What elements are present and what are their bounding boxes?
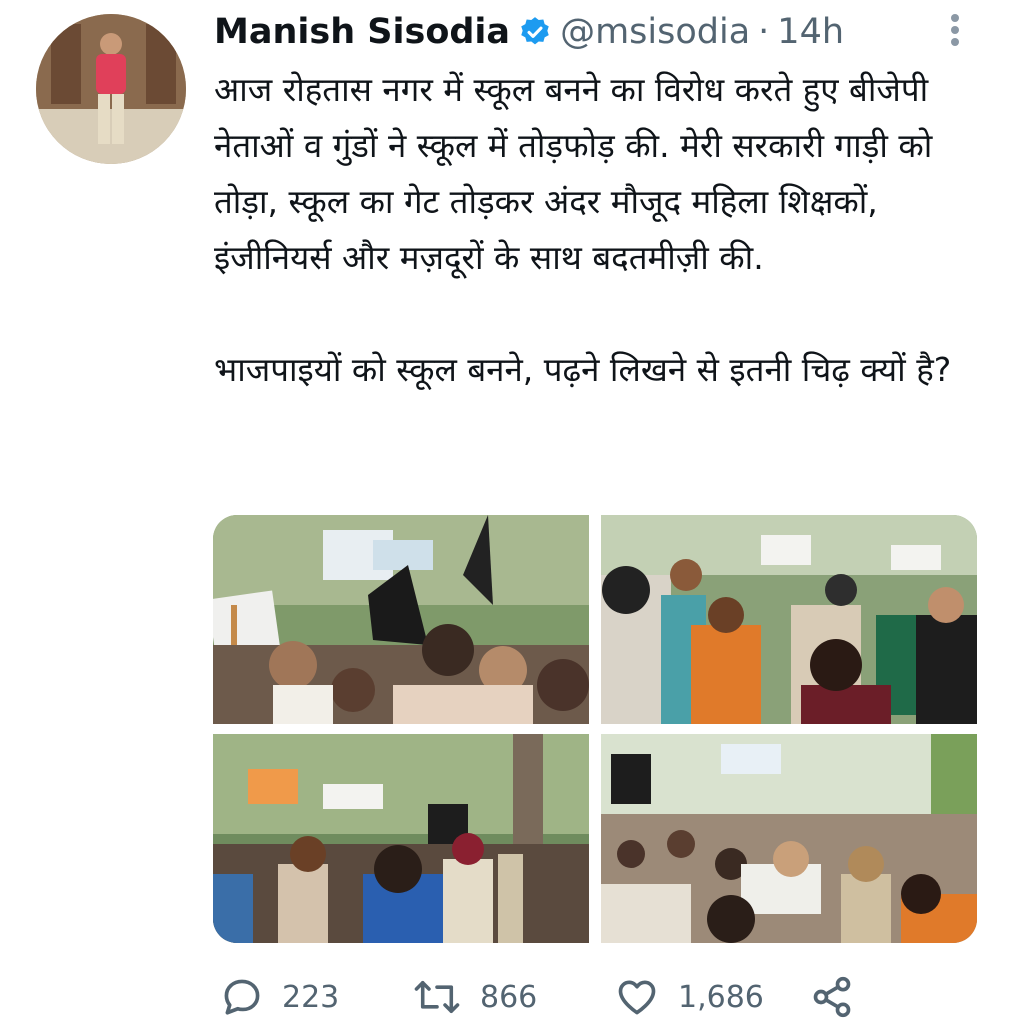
avatar[interactable] xyxy=(36,14,186,164)
reply-count: 223 xyxy=(282,979,340,1015)
verified-badge-icon xyxy=(518,15,552,49)
photo-2[interactable] xyxy=(601,515,977,724)
tweet-paragraph-1: आज रोहतास नगर में स्कूल बनने का विरोध कर… xyxy=(214,70,933,277)
author-handle[interactable]: @msisodia xyxy=(560,12,750,52)
tweet-header: Manish Sisodia @msisodia · 14h xyxy=(214,8,844,56)
author-name[interactable]: Manish Sisodia xyxy=(214,12,510,52)
reply-button[interactable]: 223 xyxy=(220,970,339,1024)
separator: · xyxy=(758,12,770,52)
photo-1[interactable] xyxy=(213,515,589,724)
more-options-icon[interactable] xyxy=(940,12,970,48)
retweet-count: 866 xyxy=(480,979,538,1015)
retweet-button[interactable]: 866 xyxy=(412,970,537,1024)
heart-icon xyxy=(614,975,660,1019)
tweet-paragraph-2: भाजपाइयों को स्कूल बनने, पढ़ने लिखने से … xyxy=(214,350,952,389)
like-button[interactable]: 1,686 xyxy=(614,970,764,1024)
reply-icon xyxy=(220,975,264,1019)
share-icon xyxy=(810,975,854,1019)
like-count: 1,686 xyxy=(678,979,764,1015)
photo-3[interactable] xyxy=(213,734,589,943)
timestamp[interactable]: 14h xyxy=(777,12,844,52)
photo-4[interactable] xyxy=(601,734,977,943)
tweet-actions: 223 866 1,686 xyxy=(214,970,974,1024)
tweet-text: आज रोहतास नगर में स्कूल बनने का विरोध कर… xyxy=(214,62,984,398)
share-button[interactable] xyxy=(810,970,854,1024)
media-grid xyxy=(213,515,977,943)
retweet-icon xyxy=(412,975,462,1019)
